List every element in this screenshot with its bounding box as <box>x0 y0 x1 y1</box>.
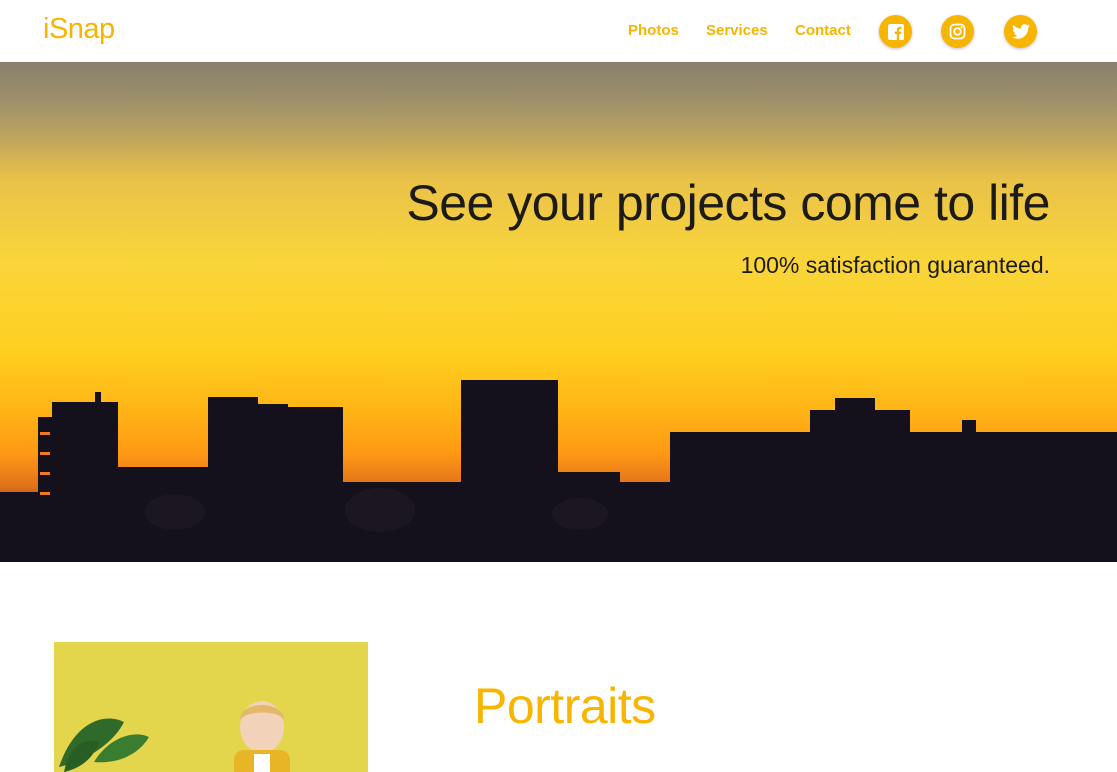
hero-banner: See your projects come to life 100% sati… <box>0 62 1117 562</box>
facebook-button[interactable] <box>879 15 912 48</box>
twitter-button[interactable] <box>1004 15 1037 48</box>
facebook-icon <box>887 23 904 40</box>
top-navbar: iSnap Photos Services Contact <box>0 0 1117 62</box>
hero-clouds <box>0 62 1117 182</box>
hero-subtitle: 100% satisfaction guaranteed. <box>740 252 1050 278</box>
portrait-photo <box>54 642 368 772</box>
logo[interactable]: iSnap <box>43 13 115 46</box>
portraits-heading: Portraits <box>474 678 656 734</box>
twitter-icon <box>1011 24 1030 39</box>
nav-link-photos[interactable]: Photos <box>628 22 679 39</box>
hero-title: See your projects come to life <box>406 175 1050 231</box>
nav-link-contact[interactable]: Contact <box>795 22 851 39</box>
city-skyline-image <box>0 380 1117 562</box>
nav-link-services[interactable]: Services <box>706 22 768 39</box>
instagram-button[interactable] <box>941 15 974 48</box>
instagram-icon <box>949 23 966 40</box>
